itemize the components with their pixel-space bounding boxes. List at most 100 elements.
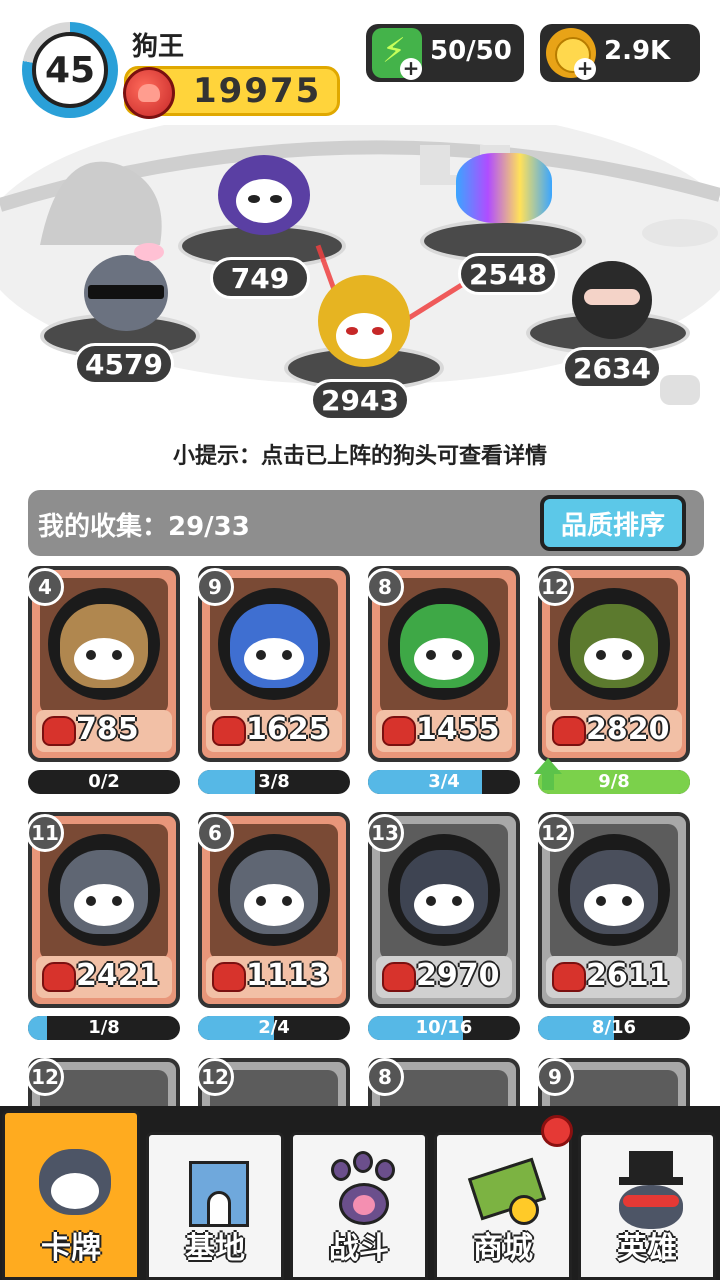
castle-icon	[177, 1151, 261, 1231]
dog-eye	[282, 896, 292, 906]
notification-dot	[541, 1115, 573, 1147]
dog-eye	[112, 650, 122, 660]
card-power-strip: 2820	[546, 710, 682, 752]
arena-slot-power: 749	[210, 257, 310, 299]
card-power: 1625	[246, 712, 330, 747]
card-power: 785	[76, 712, 139, 747]
card-power: 2611	[586, 958, 670, 993]
dog-portrait	[60, 850, 148, 934]
dog-face	[74, 638, 134, 680]
dog-eye	[622, 650, 632, 660]
top-hat-dog-icon	[609, 1151, 693, 1231]
dog-eye	[452, 650, 462, 660]
card-level-badge: 6	[196, 814, 234, 852]
arena-slot-power: 4579	[74, 343, 174, 385]
card-level-badge: 12	[196, 1058, 234, 1096]
dog-portrait	[60, 604, 148, 688]
dog-face	[584, 638, 644, 680]
card-progress-text: 10/16	[415, 1017, 473, 1038]
card-power-strip: 2970	[376, 956, 512, 998]
dog-face	[414, 638, 474, 680]
card-power-strip: 2611	[546, 956, 682, 998]
battle-arena: 4579 749 2943 2548 2634	[0, 125, 720, 425]
arena-dog-golden-helmet[interactable]	[318, 275, 410, 367]
arena-dog-glitch[interactable]	[456, 153, 552, 223]
dog-portrait	[230, 850, 318, 934]
card-level-badge: 8	[366, 1058, 404, 1096]
nav-tab-money[interactable]: 商城	[434, 1115, 573, 1280]
paw-icon	[321, 1151, 405, 1231]
collection-count: 我的收集：29/33	[38, 512, 250, 542]
fist-icon	[552, 716, 586, 746]
nav-label: 基地	[185, 1231, 245, 1266]
card-level-badge: 4	[26, 568, 64, 606]
arena-dog-wizard[interactable]	[218, 155, 310, 235]
dog-eye	[452, 896, 462, 906]
plus-icon[interactable]: +	[400, 58, 422, 80]
nav-tab-paw[interactable]: 战斗	[290, 1132, 428, 1280]
card-power: 2421	[76, 958, 160, 993]
dog-eye	[426, 650, 436, 660]
player-level-badge[interactable]: 45	[22, 22, 118, 118]
arena-slot-power: 2634	[562, 347, 662, 389]
card-power: 2970	[416, 958, 500, 993]
dog-eye	[256, 650, 266, 660]
card-progress-bar: 3/8	[198, 770, 350, 794]
nav-label: 卡牌	[41, 1231, 101, 1266]
player-name: 狗王	[132, 32, 185, 62]
card-progress-bar: 8/16	[538, 1016, 690, 1040]
dog-face	[244, 884, 304, 926]
card-progress-bar: 0/2	[28, 770, 180, 794]
dog-portrait	[400, 604, 488, 688]
fist-icon	[123, 67, 175, 119]
fist-icon	[382, 962, 416, 992]
card-progress-bar: 3/4	[368, 770, 520, 794]
dog-eye	[86, 650, 96, 660]
card-power: 1113	[246, 958, 330, 993]
total-power-value: 19975	[193, 71, 322, 111]
card-progress-text: 2/4	[258, 1017, 290, 1038]
dog-face	[244, 638, 304, 680]
fist-icon	[42, 962, 76, 992]
nav-label: 商城	[473, 1231, 533, 1266]
nav-tab-husky-card[interactable]: 卡牌	[2, 1110, 140, 1280]
husky-card-icon	[33, 1143, 117, 1223]
energy-value: 50/50	[430, 36, 512, 66]
dog-eye	[622, 896, 632, 906]
arena-slot-power: 2943	[310, 379, 410, 421]
collection-header: 我的收集：29/33 品质排序	[28, 490, 704, 556]
coin-resource[interactable]: + 2.9K	[540, 24, 700, 82]
upgrade-arrow-icon[interactable]	[534, 758, 562, 792]
plus-icon[interactable]: +	[574, 58, 596, 80]
card-power-strip: 1625	[206, 710, 342, 752]
fist-icon	[42, 716, 76, 746]
energy-resource[interactable]: + 50/50	[366, 24, 524, 82]
dog-eye	[596, 650, 606, 660]
nav-tab-top-hat-dog[interactable]: 英雄	[578, 1132, 716, 1280]
arena-dog-sunglasses[interactable]	[84, 243, 168, 331]
sort-by-quality-button[interactable]: 品质排序	[540, 495, 686, 551]
total-power-pill: 19975	[123, 66, 340, 119]
card-level-badge: 9	[536, 1058, 574, 1096]
nav-tab-castle[interactable]: 基地	[146, 1132, 284, 1280]
card-progress-bar: 10/16	[368, 1016, 520, 1040]
dog-face	[414, 884, 474, 926]
card-level-badge: 9	[196, 568, 234, 606]
dog-portrait	[570, 604, 658, 688]
card-power: 1455	[416, 712, 500, 747]
card-level-badge: 12	[536, 568, 574, 606]
card-level-badge: 8	[366, 568, 404, 606]
card-progress-bar: 1/8	[28, 1016, 180, 1040]
card-progress-text: 1/8	[88, 1017, 120, 1038]
nav-label: 战斗	[329, 1231, 389, 1266]
card-power-strip: 2421	[36, 956, 172, 998]
fist-icon	[212, 716, 246, 746]
dog-eye	[112, 896, 122, 906]
card-progress-text: 3/8	[258, 771, 290, 792]
tip-text: 小提示：点击已上阵的狗头可查看详情	[172, 444, 547, 469]
card-power-strip: 1113	[206, 956, 342, 998]
card-power-strip: 1455	[376, 710, 512, 752]
dog-eye	[86, 896, 96, 906]
arena-dog-ninja[interactable]	[572, 261, 652, 339]
card-power-strip: 785	[36, 710, 172, 752]
